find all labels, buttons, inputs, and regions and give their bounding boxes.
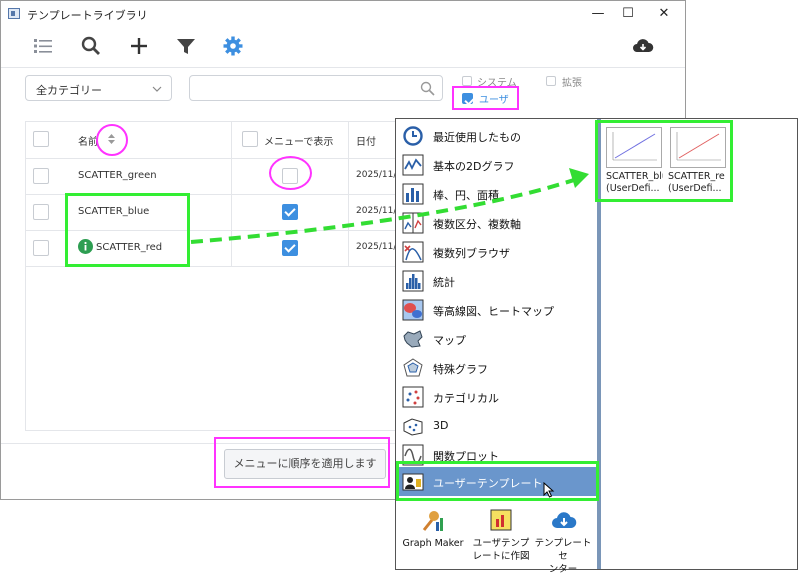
select-all-checkbox[interactable] bbox=[33, 131, 49, 147]
menu-item-statistics[interactable]: 統計 bbox=[397, 266, 597, 295]
template-center-button[interactable]: テンプレートセ ンター bbox=[530, 508, 596, 575]
minimize-button[interactable]: — bbox=[583, 4, 613, 24]
category-dropdown[interactable]: 全カテゴリー bbox=[25, 75, 172, 101]
show-in-menu-column-header[interactable]: メニューで表示 bbox=[264, 133, 333, 148]
radar-icon bbox=[403, 358, 423, 377]
menu-item-map[interactable]: マップ bbox=[397, 324, 597, 353]
contour-icon bbox=[402, 299, 424, 321]
title-bar: テンプレートライブラリ — ☐ ✕ bbox=[1, 1, 685, 27]
menu-item-label: 3D bbox=[433, 419, 449, 432]
menu-item-contour-heatmap[interactable]: 等高線図、ヒートマップ bbox=[397, 295, 597, 324]
template-center-label: テンプレートセ ンター bbox=[534, 538, 592, 575]
menu-item-label: 統計 bbox=[433, 276, 455, 289]
chevron-down-icon bbox=[152, 86, 162, 92]
menu-item-label: 最近使用したもの bbox=[433, 131, 521, 144]
extension-label: 拡張 bbox=[562, 78, 582, 89]
menu-item-categorical[interactable]: カテゴリカル bbox=[397, 382, 597, 411]
map-icon bbox=[403, 330, 423, 348]
categorical-icon bbox=[402, 386, 424, 408]
histogram-icon bbox=[402, 270, 424, 292]
menu-item-label: 等高線図、ヒートマップ bbox=[433, 305, 554, 318]
graph-maker-label: Graph Maker bbox=[402, 538, 464, 549]
plot-to-user-template-button[interactable]: ユーザテンプ レートに作図 bbox=[468, 508, 534, 563]
category-value: 全カテゴリー bbox=[36, 84, 102, 97]
graph-maker-icon bbox=[422, 511, 443, 531]
thumbnails-highlight bbox=[595, 120, 733, 202]
search-icon[interactable] bbox=[420, 81, 435, 96]
apply-button-highlight bbox=[214, 437, 390, 488]
date-column-header[interactable]: 日付 bbox=[356, 133, 376, 148]
template-name[interactable]: SCATTER_green bbox=[78, 170, 157, 181]
plot-to-user-template-label: ユーザテンプ レートに作図 bbox=[472, 538, 530, 562]
add-icon[interactable] bbox=[128, 35, 150, 57]
templates-highlight bbox=[65, 193, 190, 267]
name-column-header[interactable]: 名前 bbox=[78, 133, 98, 148]
list-icon[interactable] bbox=[32, 35, 54, 57]
maximize-button[interactable]: ☐ bbox=[613, 4, 643, 24]
sort-highlight bbox=[96, 124, 128, 156]
search-input[interactable] bbox=[189, 75, 443, 101]
extension-checkbox[interactable] bbox=[546, 76, 556, 86]
graph-maker-button[interactable]: Graph Maker bbox=[400, 508, 466, 549]
user-filter-highlight bbox=[452, 86, 519, 110]
row-checkbox[interactable] bbox=[33, 204, 49, 220]
user-template-menu-highlight bbox=[396, 461, 599, 501]
search-icon[interactable] bbox=[80, 35, 102, 57]
user-template-plot-icon bbox=[490, 509, 512, 531]
row-checkbox[interactable] bbox=[33, 168, 49, 184]
3d-icon bbox=[403, 418, 423, 436]
filter-icon[interactable] bbox=[175, 35, 197, 57]
system-checkbox[interactable] bbox=[462, 76, 472, 86]
menu-item-specialized[interactable]: 特殊グラフ bbox=[397, 353, 597, 382]
menu-item-label: 特殊グラフ bbox=[433, 363, 488, 376]
gear-icon[interactable] bbox=[222, 35, 244, 57]
close-button[interactable]: ✕ bbox=[649, 4, 679, 24]
menu-item-3d[interactable]: 3D bbox=[397, 411, 597, 440]
row-checkbox[interactable] bbox=[33, 240, 49, 256]
menu-item-label: カテゴリカル bbox=[433, 392, 499, 405]
clock-icon bbox=[403, 126, 423, 146]
annotation-arrow bbox=[190, 168, 589, 244]
show-in-menu-header-checkbox[interactable] bbox=[242, 131, 258, 147]
cloud-download-icon[interactable] bbox=[632, 35, 654, 57]
menu-item-recent[interactable]: 最近使用したもの bbox=[397, 121, 597, 150]
toolbar-divider bbox=[1, 67, 685, 68]
app-icon bbox=[8, 8, 20, 19]
cloud-download-icon bbox=[552, 512, 577, 528]
menu-item-label: マップ bbox=[433, 334, 466, 347]
window-title: テンプレートライブラリ bbox=[27, 9, 148, 22]
